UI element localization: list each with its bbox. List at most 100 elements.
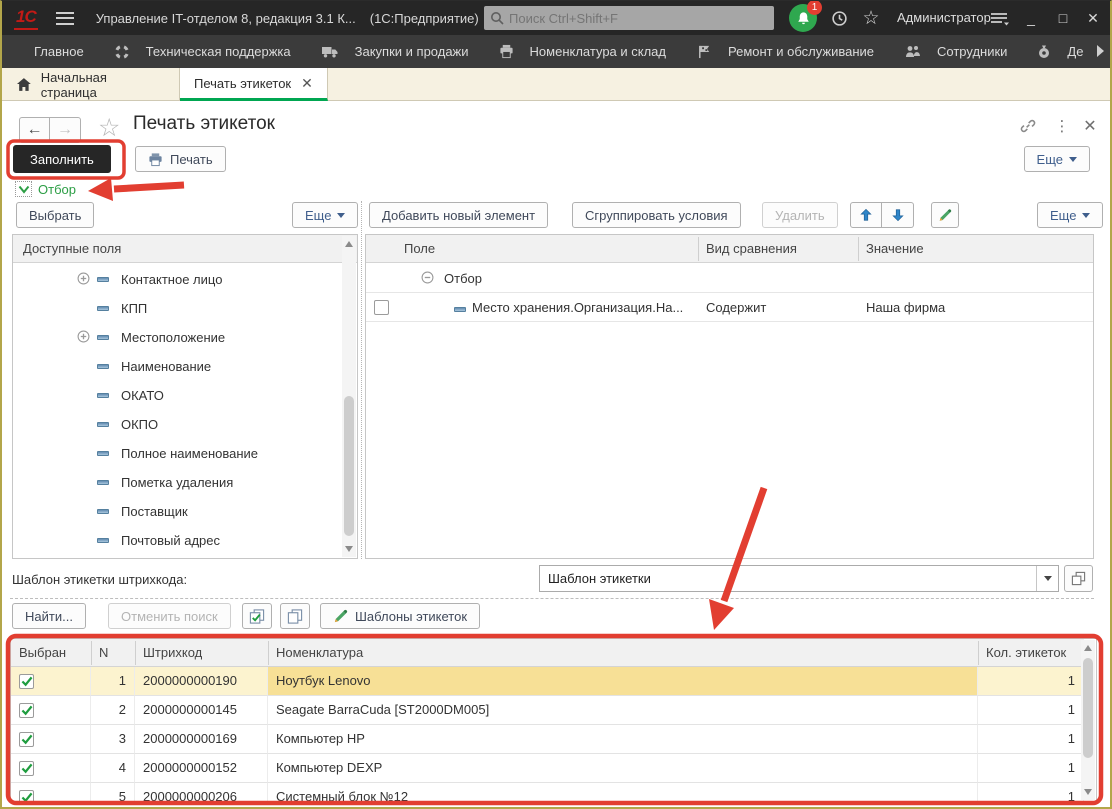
favorites-star-icon[interactable]: ☆ xyxy=(860,8,882,28)
row-checkbox[interactable] xyxy=(19,761,34,776)
forward-button[interactable]: → xyxy=(50,117,81,143)
expand-plus-icon[interactable] xyxy=(77,272,90,288)
tree-item[interactable]: Контактное лицо xyxy=(13,265,343,294)
sections-panel: Главное Техническая поддержка Закупки и пр… xyxy=(2,35,1110,68)
table-row[interactable]: 22000000000145Seagate BarraCuda [ST2000D… xyxy=(11,696,1084,725)
tree-item-label: ОКПО xyxy=(121,417,158,432)
tree-item[interactable]: ОКАТО xyxy=(13,381,343,410)
maximize-button[interactable]: □ xyxy=(1048,1,1078,35)
cell-item: Компьютер DEXP xyxy=(268,754,978,783)
tree-item[interactable]: ОКПО xyxy=(13,410,343,439)
table-row[interactable]: 12000000000190Ноутбук Lenovo1 xyxy=(11,667,1084,696)
select-field-button[interactable]: Выбрать xyxy=(16,202,94,228)
column-checked: Выбран xyxy=(19,639,66,667)
print-button[interactable]: Печать xyxy=(135,146,226,172)
scroll-down-icon[interactable] xyxy=(345,546,353,552)
move-up-button[interactable] xyxy=(850,202,882,228)
cell-checked[interactable] xyxy=(11,783,91,802)
history-icon[interactable] xyxy=(828,8,850,28)
tab-print-labels[interactable]: Печать этикеток ✕ xyxy=(180,68,328,101)
tree-item[interactable]: КПП xyxy=(13,294,343,323)
find-button[interactable]: Найти... xyxy=(12,603,86,629)
column-barcode: Штрихкод xyxy=(143,639,202,667)
collapse-minus-icon[interactable] xyxy=(421,271,434,287)
choose-icon xyxy=(1071,571,1086,586)
scrollbar-thumb[interactable] xyxy=(344,396,354,536)
expand-plus-icon[interactable] xyxy=(77,330,90,346)
tree-item[interactable]: Полное наименование xyxy=(13,439,343,468)
filter-group-row[interactable]: Отбор xyxy=(366,264,1093,293)
add-element-button[interactable]: Добавить новый элемент xyxy=(369,202,548,228)
dropdown-arrow-icon[interactable] xyxy=(1036,566,1058,591)
close-form-icon[interactable]: ✕ xyxy=(1080,116,1100,136)
scroll-up-icon[interactable] xyxy=(345,241,353,247)
table-row[interactable]: 52000000000206Системный блок №121 xyxy=(11,783,1084,802)
tree-item[interactable]: Наименование xyxy=(13,352,343,381)
cell-checked[interactable] xyxy=(11,754,91,783)
current-user[interactable]: Администратор xyxy=(897,10,991,25)
cell-checked[interactable] xyxy=(11,667,91,696)
menu-item-5[interactable]: Сотрудники xyxy=(904,44,1007,59)
labels-table-scrollbar[interactable] xyxy=(1081,640,1095,800)
cell-checked[interactable] xyxy=(11,696,91,725)
favorite-page-star-icon[interactable]: ☆ xyxy=(98,113,120,143)
row-checkbox[interactable] xyxy=(19,674,34,689)
filter-toggle[interactable]: Отбор xyxy=(15,181,76,197)
tab-close-icon[interactable]: ✕ xyxy=(301,75,313,92)
cell-checked[interactable] xyxy=(11,725,91,754)
menu-item-1[interactable]: Техническая поддержка xyxy=(114,44,291,60)
back-button[interactable]: ← xyxy=(19,117,50,143)
menu-item-4[interactable]: Ремонт и обслуживание xyxy=(696,44,874,59)
check-all-button[interactable] xyxy=(242,603,272,629)
menu-item-2[interactable]: Закупки и продажи xyxy=(321,44,469,59)
global-search-input[interactable] xyxy=(509,11,768,26)
link-icon[interactable] xyxy=(1018,116,1038,136)
pane-splitter[interactable] xyxy=(361,201,362,559)
row-checkbox[interactable] xyxy=(19,790,34,803)
more-button-top[interactable]: Еще xyxy=(1024,146,1090,172)
tree-item-label: Почтовый адрес xyxy=(121,533,220,548)
template-input[interactable] xyxy=(540,571,1036,586)
group-conditions-button[interactable]: Сгруппировать условия xyxy=(572,202,741,228)
service-menu-icon[interactable] xyxy=(988,9,1010,29)
row-checkbox[interactable] xyxy=(19,732,34,747)
row-checkbox[interactable] xyxy=(19,703,34,718)
more-dots-icon[interactable]: ⋮ xyxy=(1052,116,1072,136)
table-row[interactable]: 42000000000152Компьютер DEXP1 xyxy=(11,754,1084,783)
menu-item-0[interactable]: Главное xyxy=(34,44,84,59)
menu-overflow-arrow-icon[interactable] xyxy=(1097,45,1104,57)
tree-item[interactable]: Пометка удаления xyxy=(13,468,343,497)
condition-row[interactable]: Место хранения.Организация.На... Содержи… xyxy=(366,293,1093,322)
uncheck-all-button[interactable] xyxy=(280,603,310,629)
field-dash-icon xyxy=(97,364,109,369)
tab-home[interactable]: Начальная страница xyxy=(2,68,180,101)
notifications-button[interactable]: 1 xyxy=(789,4,817,32)
minimize-button[interactable]: _ xyxy=(1016,1,1046,35)
label-templates-button[interactable]: Шаблоны этикеток xyxy=(320,603,480,629)
cancel-search-button[interactable]: Отменить поиск xyxy=(108,603,231,629)
close-window-button[interactable]: ✕ xyxy=(1078,1,1108,35)
available-fields-list: Доступные поля Контактное лицоКППМестопо… xyxy=(12,234,358,559)
tree-item[interactable]: Почтовый адрес xyxy=(13,526,343,555)
move-down-button[interactable] xyxy=(882,202,914,228)
field-dash-icon xyxy=(97,538,109,543)
fields-scrollbar[interactable] xyxy=(342,236,356,557)
table-row[interactable]: 32000000000169Компьютер HP1 xyxy=(11,725,1084,754)
chevron-down-icon xyxy=(15,181,32,197)
scroll-up-icon[interactable] xyxy=(1084,645,1092,651)
menu-item-3[interactable]: Номенклатура и склад xyxy=(499,44,666,59)
condition-checkbox[interactable] xyxy=(374,300,389,315)
more-button-left-pane[interactable]: Еще xyxy=(292,202,358,228)
scrollbar-thumb[interactable] xyxy=(1083,658,1093,758)
global-search-box[interactable] xyxy=(484,6,774,30)
hamburger-menu-icon[interactable] xyxy=(56,12,74,25)
fill-button[interactable]: Заполнить xyxy=(13,145,111,173)
edit-condition-button[interactable] xyxy=(931,202,959,228)
choose-template-button[interactable] xyxy=(1064,565,1093,592)
tree-item[interactable]: Местоположение xyxy=(13,323,343,352)
more-button-right-pane[interactable]: Еще xyxy=(1037,202,1103,228)
scroll-down-icon[interactable] xyxy=(1084,789,1092,795)
tree-item[interactable]: Поставщик xyxy=(13,497,343,526)
menu-item-6[interactable]: Де xyxy=(1037,44,1083,59)
delete-button[interactable]: Удалить xyxy=(762,202,838,228)
